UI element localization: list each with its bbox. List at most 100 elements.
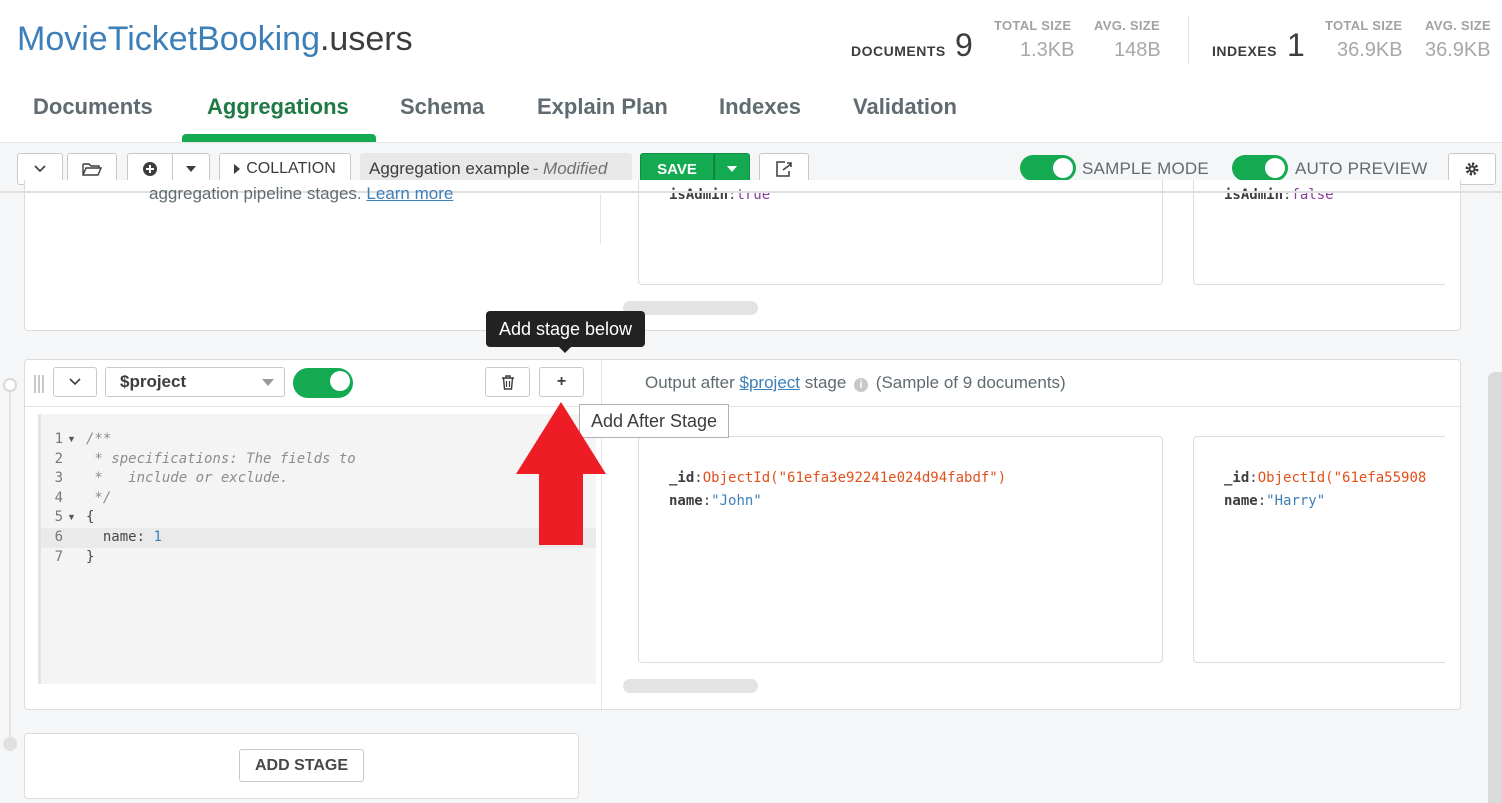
fold-toggle-icon[interactable]: ▼ [67, 512, 76, 522]
documents-count: 9 [955, 27, 973, 63]
stage-operator-link[interactable]: $project [740, 373, 800, 392]
add-stage-below-tooltip: Add stage below [486, 311, 645, 353]
code-line: */ [86, 489, 112, 506]
index-avg-size-label: AVG. SIZE [1425, 18, 1492, 33]
stage-operator-value: $project [120, 372, 187, 391]
document-field-id: _id:ObjectId("61efa3e92241e024d94fabdf") [669, 470, 1006, 486]
export-icon [776, 161, 792, 177]
header-divider [1188, 16, 1189, 64]
field-key: _id [1224, 470, 1250, 486]
plus-icon: + [556, 373, 567, 390]
collation-label: COLLATION [246, 160, 336, 177]
indexes-count: 1 [1287, 27, 1305, 63]
caret-down-icon [186, 166, 196, 172]
index-total-size-value: 36.9KB [1337, 39, 1403, 61]
output-prefix: Output after [645, 373, 735, 392]
code-line: /** [86, 431, 112, 447]
drag-handle-bar [38, 375, 40, 393]
code-line: * include or exclude. [86, 470, 289, 487]
plus-circle-icon [143, 162, 157, 176]
gear-icon [1465, 162, 1479, 176]
field-value: false [1291, 187, 1334, 203]
line-number: 2 [54, 450, 63, 467]
add-stage-button[interactable]: ADD STAGE [239, 749, 364, 782]
tab-aggregations[interactable]: Aggregations [207, 94, 349, 120]
avg-size-label: AVG. SIZE [1094, 18, 1161, 33]
line-number: 5 [54, 509, 63, 526]
folder-open-icon [82, 162, 102, 176]
avg-size-value: 148B [1114, 39, 1161, 61]
field-value: ObjectId("61efa3e92241e024d94fabdf") [702, 470, 1007, 486]
collapse-stage-button[interactable] [53, 367, 97, 397]
field-key: name [1224, 493, 1258, 509]
stage-divider [600, 194, 601, 244]
line-number: 1 [54, 431, 63, 447]
auto-preview-toggle[interactable] [1232, 155, 1288, 181]
document-field: isAdmin:false [1224, 187, 1334, 203]
code-line: } [86, 548, 95, 565]
learn-more-link[interactable]: Learn more [366, 184, 453, 203]
line-number: 4 [54, 489, 63, 506]
tab-documents[interactable]: Documents [33, 94, 153, 120]
field-value: "Harry" [1266, 493, 1326, 509]
tab-indexes[interactable]: Indexes [719, 94, 801, 120]
field-key: _id [669, 470, 695, 486]
modified-indicator: - Modified [532, 159, 608, 178]
auto-preview-label: AUTO PREVIEW [1295, 159, 1428, 178]
documents-label: DOCUMENTS [851, 43, 946, 59]
code-line: { [86, 509, 95, 526]
sample-count-text: (Sample of 9 documents) [875, 373, 1066, 392]
sample-mode-label: SAMPLE MODE [1082, 159, 1209, 178]
horizontal-scrollbar[interactable] [623, 679, 758, 693]
add-stage-after-button[interactable]: + [539, 367, 584, 397]
stage-description: aggregation pipeline stages. Learn more [149, 184, 453, 204]
total-size-value: 1.3KB [1020, 39, 1075, 61]
line-number: 3 [54, 470, 63, 487]
stage-operator-select[interactable]: $project [105, 367, 285, 397]
field-key: isAdmin [669, 187, 729, 203]
stage-header-divider [25, 406, 1462, 407]
field-sep: : [1249, 470, 1258, 486]
drag-handle[interactable] [34, 375, 48, 393]
timeline-node [3, 737, 17, 751]
chevron-down-icon [69, 378, 81, 386]
field-sep: : [694, 470, 703, 486]
database-name[interactable]: MovieTicketBooking [17, 20, 320, 58]
sample-mode-toggle[interactable] [1020, 155, 1076, 181]
field-sep: : [1257, 493, 1267, 509]
chevron-down-icon [34, 165, 46, 173]
document-field: isAdmin:true [669, 187, 770, 203]
document-field-id: _id:ObjectId("61efa55908 [1224, 470, 1445, 486]
tab-validation[interactable]: Validation [853, 94, 957, 120]
drag-handle-bar [42, 375, 44, 393]
indexes-label: INDEXES [1212, 43, 1277, 59]
caret-down-icon [727, 166, 737, 172]
total-size-label: TOTAL SIZE [994, 18, 1072, 33]
document-field-name: name:"John" [669, 493, 762, 509]
timeline-node [3, 378, 17, 392]
collection-header: MovieTicketBooking.users DOCUMENTS 9 TOT… [0, 0, 1502, 143]
pipeline-name-text: Aggregation example [369, 159, 530, 178]
trash-icon [501, 374, 514, 390]
pipeline-timeline [9, 385, 11, 745]
field-value: "John" [711, 493, 762, 509]
collection-name: .users [319, 20, 413, 58]
field-key: isAdmin [1224, 187, 1284, 203]
document-field-name: name:"Harry" [1224, 493, 1325, 509]
active-tab-indicator [182, 134, 376, 142]
info-icon[interactable]: i [854, 378, 869, 392]
line-number: 7 [54, 548, 63, 565]
caret-right-icon [234, 164, 241, 174]
delete-stage-button[interactable] [485, 367, 530, 397]
fold-toggle-icon[interactable]: ▼ [67, 434, 76, 444]
caret-down-icon [262, 379, 274, 386]
field-value: true [736, 187, 771, 203]
drag-handle-bar [34, 375, 36, 393]
stage-output-header: Output after $project stage i (Sample of… [645, 373, 1066, 393]
tab-schema[interactable]: Schema [400, 94, 484, 120]
index-total-size-label: TOTAL SIZE [1325, 18, 1403, 33]
vertical-scrollbar[interactable] [1488, 372, 1502, 803]
stage-enabled-toggle[interactable] [293, 368, 353, 398]
collection-title: MovieTicketBooking.users [17, 20, 413, 59]
tab-explain-plan[interactable]: Explain Plan [537, 94, 668, 120]
